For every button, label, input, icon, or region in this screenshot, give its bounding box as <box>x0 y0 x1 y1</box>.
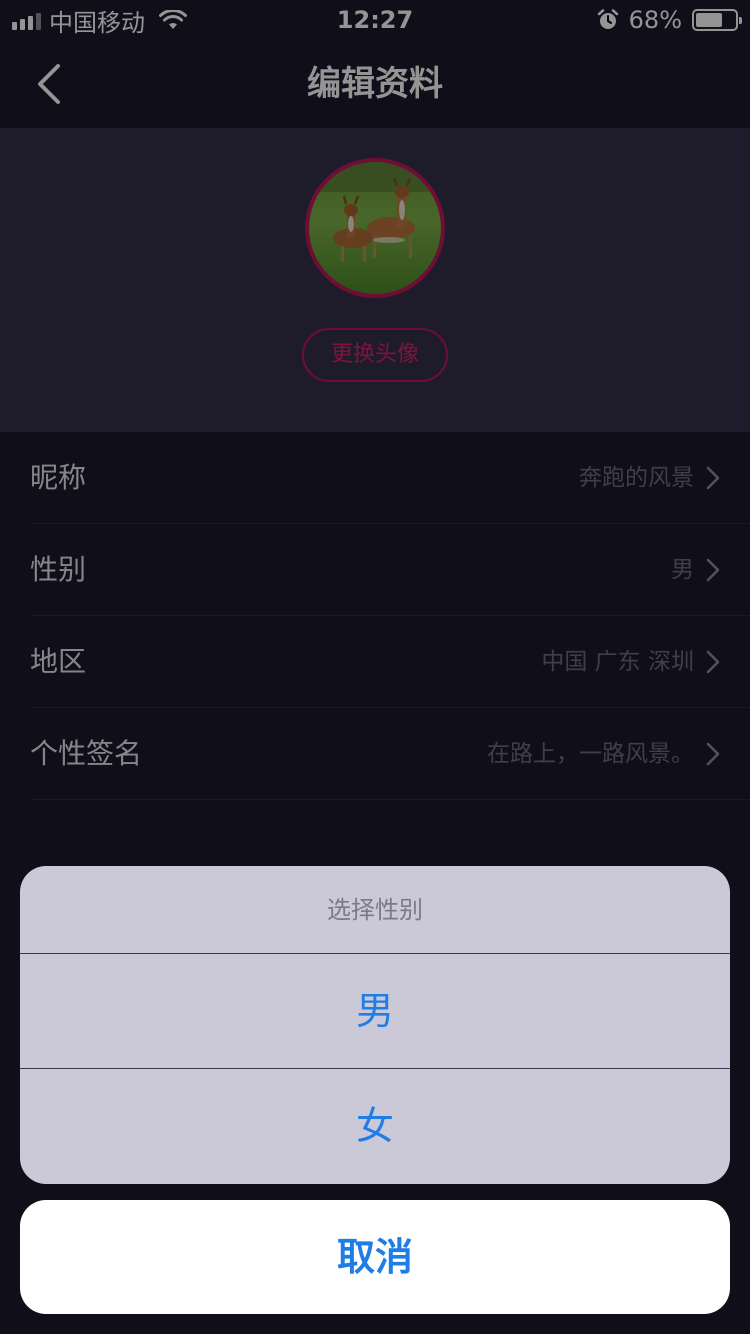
action-sheet-title: 选择性别 <box>20 866 730 954</box>
gender-action-sheet: 选择性别 男 女 <box>20 866 730 1184</box>
cancel-button[interactable]: 取消 <box>20 1200 730 1314</box>
option-male[interactable]: 男 <box>20 954 730 1068</box>
option-female[interactable]: 女 <box>20 1068 730 1182</box>
